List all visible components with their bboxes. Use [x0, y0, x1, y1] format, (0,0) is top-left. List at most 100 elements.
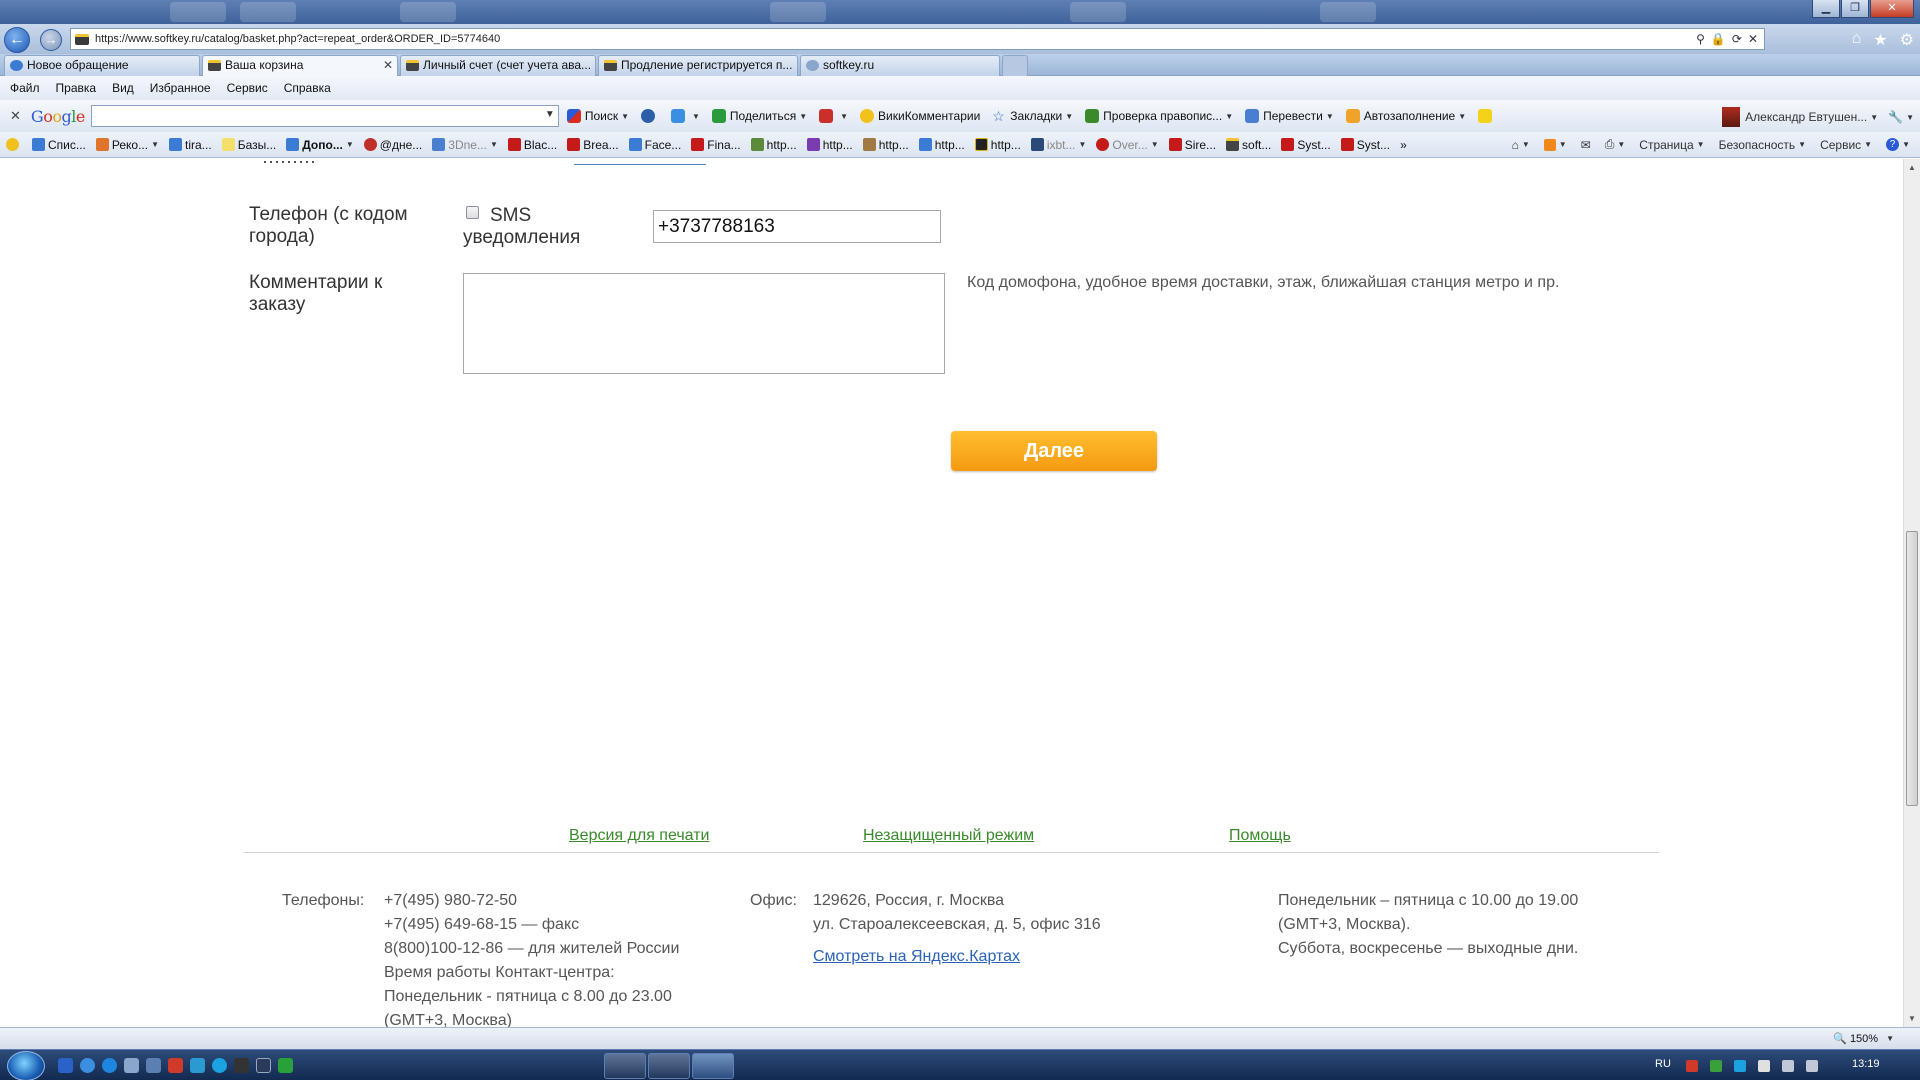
wiki-comments-button[interactable]: ВикиКомментарии	[860, 109, 980, 123]
highlighter-button[interactable]	[1478, 109, 1496, 123]
skype-icon[interactable]	[212, 1058, 227, 1073]
flag-icon[interactable]	[1758, 1060, 1770, 1072]
favorite-item[interactable]: 3Dne... ▼	[432, 138, 498, 152]
more-favorites-icon[interactable]: »	[1400, 138, 1407, 152]
favorite-item[interactable]: Допо... ▼	[286, 138, 354, 152]
menu-file[interactable]: Файл	[10, 81, 40, 95]
google-search-button[interactable]: Поиск ▼	[566, 109, 629, 123]
yandex-maps-link[interactable]: Смотреть на Яндекс.Картах	[813, 948, 1020, 966]
translate-button[interactable]: Перевести ▼	[1245, 109, 1334, 123]
taskbar-app[interactable]	[648, 1053, 690, 1079]
tab-basket[interactable]: Ваша корзина ✕	[202, 55, 398, 77]
tools-menu[interactable]: Сервис ▼	[1820, 138, 1872, 152]
minimize-button[interactable]: ▁	[1812, 0, 1840, 18]
favorite-item[interactable]: http...	[806, 138, 853, 152]
favorite-item[interactable]: http...	[974, 138, 1021, 152]
autofill-button[interactable]: Автозаполнение ▼	[1345, 109, 1466, 123]
favorite-item[interactable]: ixbt... ▼	[1030, 138, 1086, 152]
google-account[interactable]: Александр Евтушен... ▼ 🔧 ▼	[1722, 107, 1914, 127]
favorite-item[interactable]: Syst...	[1340, 138, 1390, 152]
clock[interactable]: 13:19	[1852, 1058, 1880, 1070]
vertical-scrollbar[interactable]: ▲ ▼	[1903, 159, 1920, 1027]
favorite-item[interactable]: http...	[750, 138, 797, 152]
taskbar-explorer[interactable]	[604, 1053, 646, 1079]
insecure-mode-link[interactable]: Незащищенный режим	[863, 827, 1034, 845]
print-icon[interactable]: ⎙ ▼	[1605, 137, 1626, 152]
tray-icon[interactable]	[1734, 1060, 1746, 1072]
bookmarks-button[interactable]: ☆ Закладки ▼	[992, 109, 1073, 123]
tray-icon[interactable]	[1710, 1060, 1722, 1072]
favorites-star-icon[interactable]: ★	[1873, 30, 1887, 50]
quicklaunch-icon[interactable]	[278, 1058, 293, 1073]
rss-icon[interactable]: ▼	[1543, 138, 1567, 151]
plus-button[interactable]: ▼	[671, 109, 700, 123]
favorite-item[interactable]: tira...	[169, 138, 212, 152]
back-button[interactable]: ←	[4, 27, 30, 53]
favorite-item[interactable]: http...	[918, 138, 965, 152]
quicklaunch-icon[interactable]	[146, 1058, 161, 1073]
favorite-item[interactable]: Over... ▼	[1096, 138, 1159, 152]
address-bar[interactable]: https://www.softkey.ru/catalog/basket.ph…	[70, 28, 1765, 50]
help-link[interactable]: Помощь	[1229, 827, 1291, 845]
start-button[interactable]	[7, 1051, 45, 1080]
wrench-icon[interactable]: 🔧	[1888, 110, 1903, 124]
tray-icon[interactable]	[1686, 1060, 1698, 1072]
quicklaunch-icon[interactable]	[124, 1058, 139, 1073]
phone-input[interactable]	[653, 210, 941, 243]
gear-icon[interactable]: ⚙	[1900, 30, 1914, 50]
tab-new-ticket[interactable]: Новое обращение	[4, 55, 200, 76]
quicklaunch-icon[interactable]	[80, 1058, 95, 1073]
lock-icon[interactable]: 🔒	[1711, 32, 1726, 46]
maximize-button[interactable]: ❐	[1841, 0, 1869, 18]
close-window-button[interactable]: ✕	[1870, 0, 1914, 18]
zoom-control[interactable]: 🔍 150% ▼	[1833, 1032, 1894, 1046]
stop-icon[interactable]: ✕	[1748, 32, 1758, 46]
taskbar-internet-explorer[interactable]	[692, 1053, 734, 1079]
help-icon[interactable]: ? ▼	[1886, 138, 1910, 151]
next-button[interactable]: Далее	[951, 431, 1157, 471]
cutoff-link[interactable]	[574, 159, 706, 165]
menu-help[interactable]: Справка	[284, 81, 331, 95]
tab-renewal[interactable]: Продление регистрируется п...	[598, 55, 798, 76]
favorite-item[interactable]: http...	[862, 138, 909, 152]
favorite-item[interactable]: Face...	[628, 138, 681, 152]
scrollbar-thumb[interactable]	[1906, 531, 1918, 806]
favorite-item[interactable]: soft...	[1226, 138, 1271, 152]
favorite-item[interactable]: Blac...	[507, 138, 557, 152]
share-button[interactable]: Поделиться ▼	[711, 109, 807, 123]
close-tab-icon[interactable]: ✕	[383, 56, 393, 75]
network-icon[interactable]	[1782, 1060, 1794, 1072]
spellcheck-button[interactable]: Проверка правопис... ▼	[1085, 109, 1233, 123]
scroll-down-icon[interactable]: ▼	[1908, 1014, 1916, 1023]
volume-icon[interactable]	[1806, 1060, 1818, 1072]
favorites-star-icon[interactable]	[6, 138, 22, 151]
google-logo[interactable]: Google	[31, 107, 85, 126]
favorite-item[interactable]: Базы...	[221, 138, 276, 152]
tab-account[interactable]: Личный счет (счет учета ава...	[400, 55, 596, 76]
scroll-up-icon[interactable]: ▲	[1908, 163, 1916, 172]
menu-favorites[interactable]: Избранное	[150, 81, 211, 95]
ie-icon[interactable]	[102, 1058, 117, 1073]
menu-view[interactable]: Вид	[112, 81, 134, 95]
close-toolbar-icon[interactable]: ✕	[10, 108, 21, 124]
refresh-icon[interactable]: ⟳	[1732, 32, 1742, 46]
quicklaunch-icon[interactable]	[190, 1058, 205, 1073]
quicklaunch-icon[interactable]	[168, 1058, 183, 1073]
tab-softkey[interactable]: softkey.ru	[800, 55, 1000, 76]
address-url[interactable]: https://www.softkey.ru/catalog/basket.ph…	[95, 33, 1696, 45]
favorite-item[interactable]: Sire...	[1168, 138, 1216, 152]
quicklaunch-icon[interactable]	[234, 1058, 249, 1073]
favorite-item[interactable]: @дне...	[363, 138, 422, 152]
home-icon[interactable]: ⌂	[1852, 30, 1862, 50]
menu-tools[interactable]: Сервис	[227, 81, 268, 95]
menu-edit[interactable]: Правка	[56, 81, 97, 95]
home-icon[interactable]: ⌂ ▼	[1512, 138, 1530, 152]
new-tab-button[interactable]	[1002, 55, 1028, 76]
favorite-item[interactable]: Syst...	[1281, 138, 1331, 152]
safety-menu[interactable]: Безопасность ▼	[1719, 138, 1806, 152]
comments-textarea[interactable]	[463, 273, 945, 374]
quicklaunch-icon[interactable]	[256, 1058, 271, 1073]
print-version-link[interactable]: Версия для печати	[569, 827, 709, 845]
language-indicator[interactable]: RU	[1655, 1058, 1671, 1070]
favorite-item[interactable]: Brea...	[567, 138, 619, 152]
